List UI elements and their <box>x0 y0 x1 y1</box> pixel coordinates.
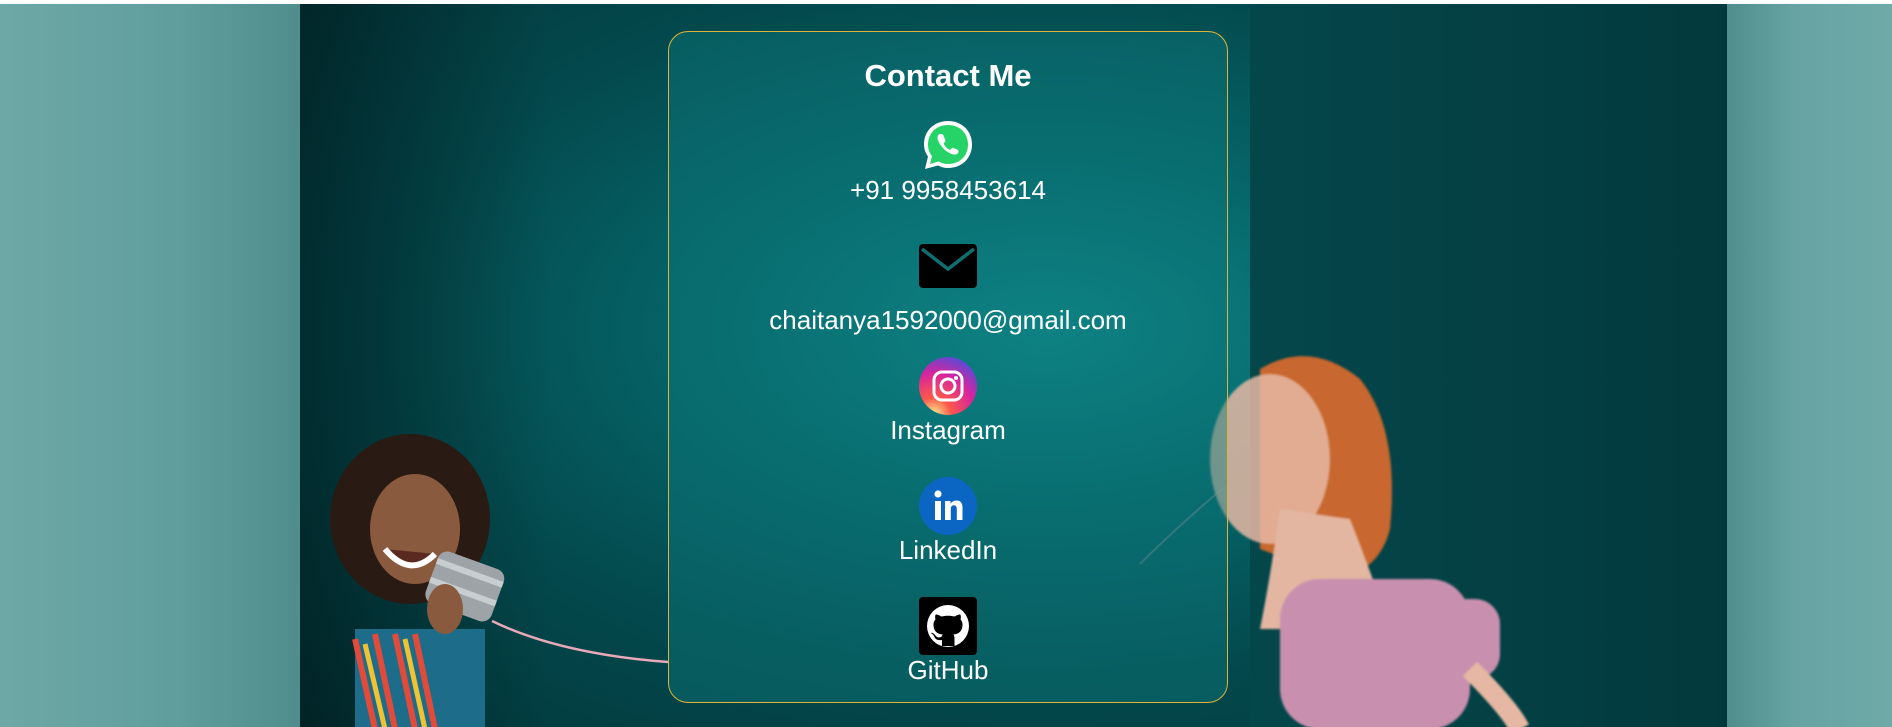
mail-icon[interactable] <box>919 237 977 295</box>
contact-item-email[interactable]: chaitanya1592000@gmail.com <box>669 237 1227 335</box>
linkedin-icon[interactable] <box>919 477 977 535</box>
github-link[interactable]: GitHub <box>908 655 989 685</box>
card-title: Contact Me <box>864 58 1032 93</box>
email-address[interactable]: chaitanya1592000@gmail.com <box>769 305 1126 335</box>
background-wall-right <box>1727 4 1892 727</box>
whatsapp-icon[interactable] <box>919 117 977 175</box>
contact-item-linkedin[interactable]: LinkedIn <box>669 477 1227 565</box>
github-icon[interactable] <box>919 597 977 655</box>
contact-item-github[interactable]: GitHub <box>669 597 1227 685</box>
contact-card: Contact Me +91 9958453614 chaitanya15920… <box>668 31 1228 703</box>
instagram-link[interactable]: Instagram <box>890 415 1006 445</box>
whatsapp-number[interactable]: +91 9958453614 <box>850 175 1046 205</box>
person-left-illustration <box>330 434 505 727</box>
instagram-icon[interactable] <box>919 357 977 415</box>
background-scene: Contact Me +91 9958453614 chaitanya15920… <box>0 4 1892 727</box>
contact-item-whatsapp[interactable]: +91 9958453614 <box>669 117 1227 205</box>
linkedin-link[interactable]: LinkedIn <box>899 535 997 565</box>
background-wall-left <box>0 4 305 727</box>
contact-item-instagram[interactable]: Instagram <box>669 357 1227 445</box>
